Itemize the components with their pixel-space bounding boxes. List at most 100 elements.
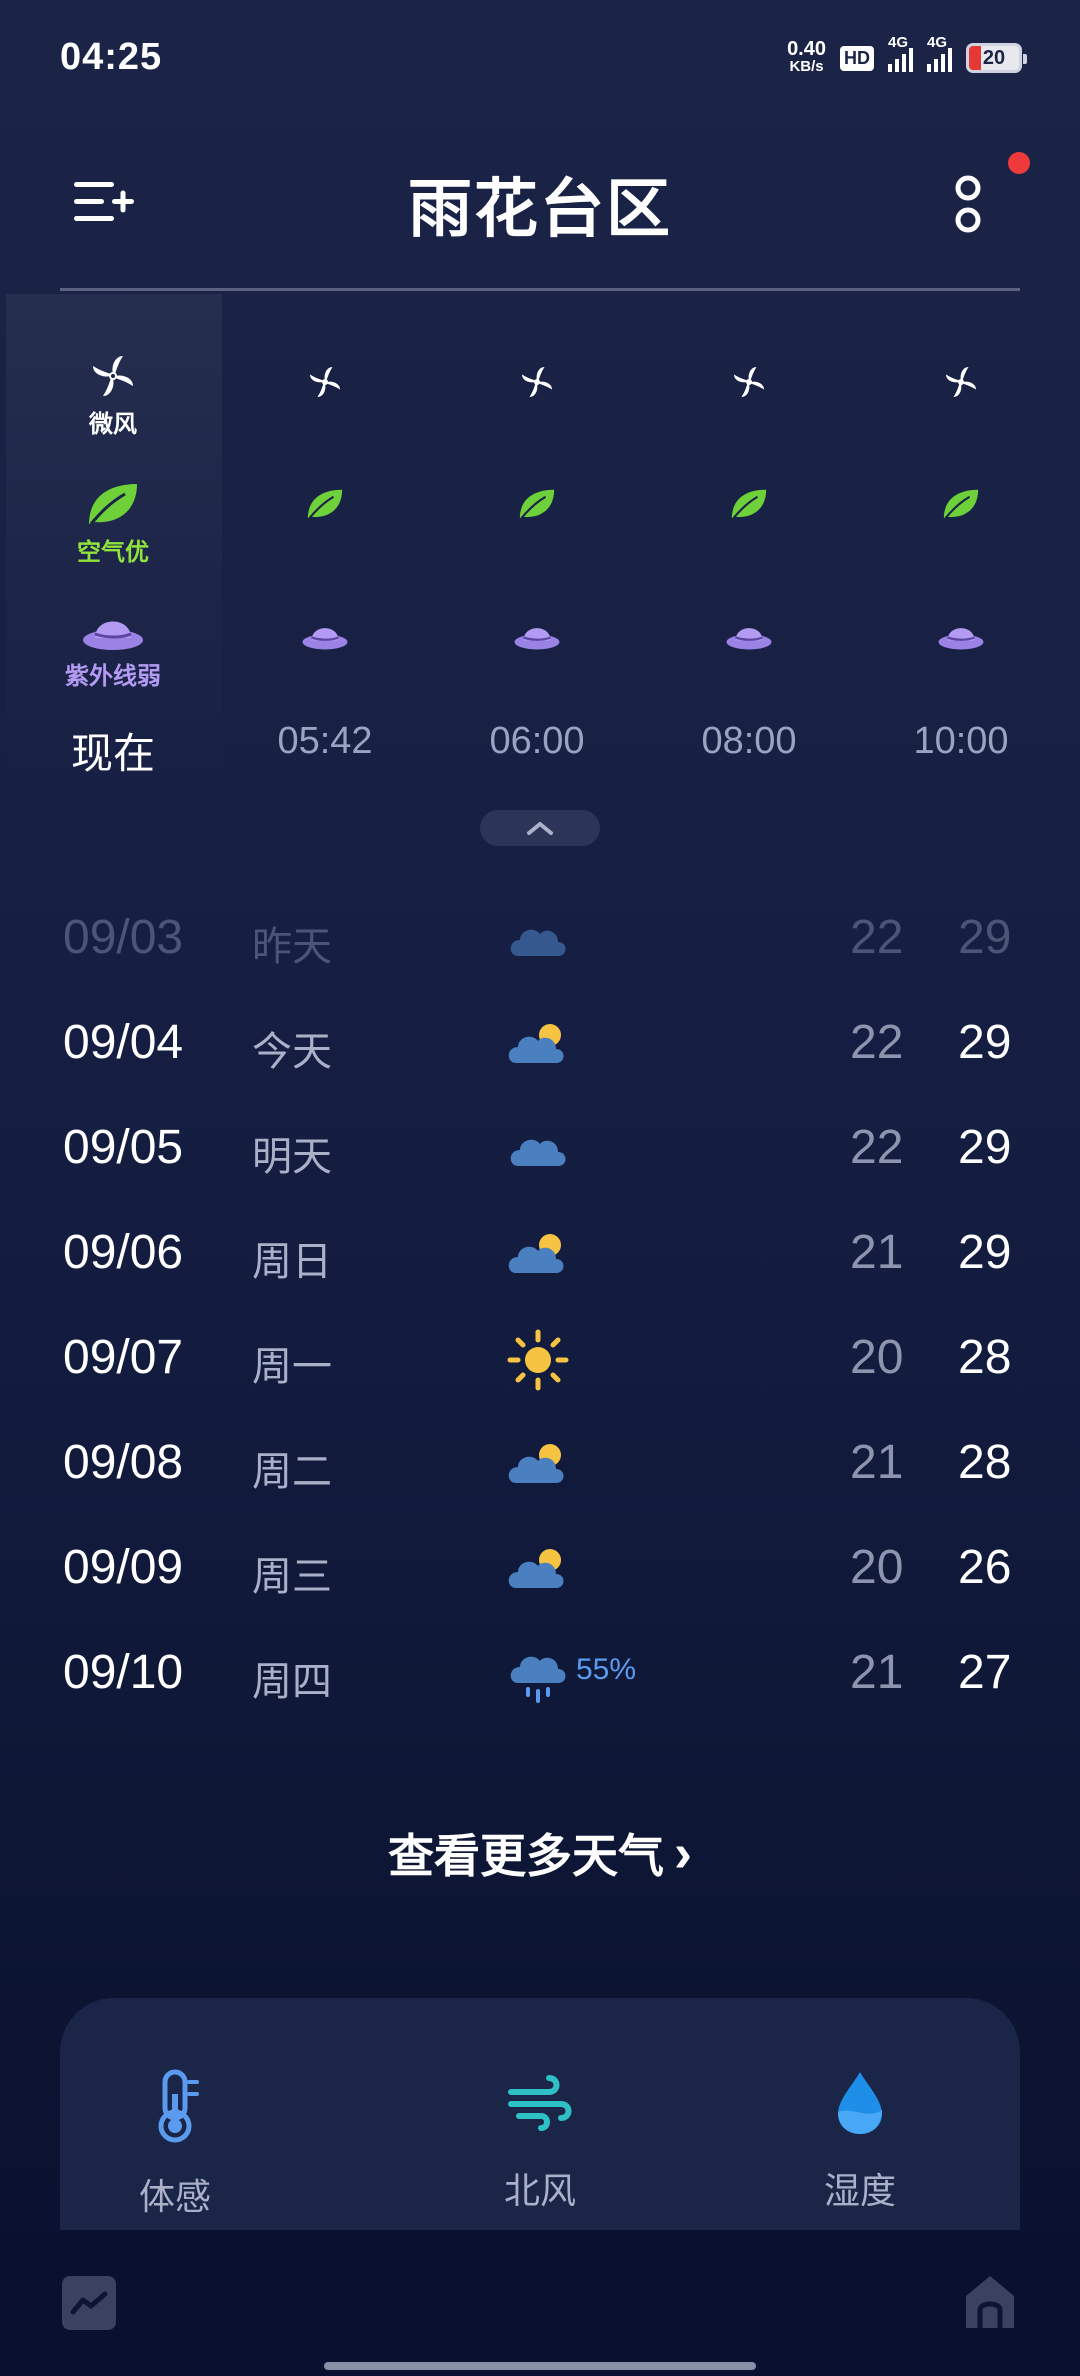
more-dots-icon: [955, 175, 981, 233]
low-temp: 21: [850, 1436, 904, 1489]
leaf-icon: [307, 489, 343, 519]
hourly-time: 10:00: [913, 720, 1009, 762]
uv-label: 紫外线弱: [65, 663, 161, 690]
high-temp: 29: [958, 1226, 1012, 1279]
sunny-icon: [507, 1329, 569, 1391]
wind-fan-icon: [93, 356, 133, 396]
day-name: 昨天: [252, 925, 332, 969]
day-name: 周三: [252, 1555, 332, 1599]
high-temp: 28: [958, 1436, 1012, 1489]
cloudy-icon: [510, 929, 566, 956]
status-bar: 04:25 0.40 KB/s HD 4G 4G 20: [0, 0, 1080, 110]
home-button[interactable]: [962, 2272, 1018, 2332]
status-time: 04:25: [60, 36, 163, 78]
wind-icon: [508, 2075, 572, 2131]
signal-icon-1: 4G: [888, 34, 913, 72]
thermometer-icon: [158, 2069, 199, 2143]
hat-icon: [302, 628, 348, 650]
day-date: 09/09: [63, 1541, 184, 1594]
feels-like-label: 体感: [138, 2176, 211, 2217]
rain-icon: [510, 1656, 566, 1703]
hourly-column: 10:00: [855, 300, 1067, 780]
daily-row[interactable]: 09/04 今天 22 29: [0, 995, 1080, 1095]
network-speed: 0.40 KB/s: [787, 38, 826, 75]
wind-fan-icon: [734, 367, 764, 397]
trend-button[interactable]: [62, 2276, 116, 2330]
home-icon: [966, 2276, 1014, 2328]
precip-probability: 55%: [576, 1653, 637, 1686]
daily-row[interactable]: 09/05 明天 22 29: [0, 1100, 1080, 1200]
day-name: 今天: [252, 1030, 332, 1074]
header: 雨花台区: [0, 130, 1080, 270]
wind-item[interactable]: 北风: [430, 2068, 650, 2214]
chevron-up-icon: [527, 822, 553, 835]
high-temp: 29: [958, 1016, 1012, 1069]
leaf-icon: [519, 489, 555, 519]
header-divider: [60, 288, 1020, 291]
uv-cell: 紫外线弱: [7, 608, 219, 691]
hourly-time: 05:42: [277, 720, 373, 762]
hat-icon: [726, 628, 772, 650]
day-name: 明天: [252, 1135, 332, 1179]
status-icons: 0.40 KB/s HD 4G 4G 20: [787, 34, 1027, 80]
cloudy-icon: [510, 1139, 566, 1166]
low-temp: 22: [850, 1016, 904, 1069]
partly-cloudy-icon: [508, 1444, 564, 1483]
hourly-time: 现在: [70, 730, 155, 777]
hourly-column: 05:42: [219, 300, 431, 780]
high-temp: 28: [958, 1331, 1012, 1384]
day-date: 09/06: [63, 1226, 184, 1279]
feels-like-item[interactable]: 体感: [65, 2068, 285, 2220]
wind-cell: 微风: [7, 352, 219, 439]
wind-label: 微风: [89, 411, 137, 438]
day-name: 周一: [252, 1345, 332, 1389]
high-temp: 26: [958, 1541, 1012, 1594]
humidity-label: 湿度: [823, 2170, 896, 2211]
bottom-bar-background: [0, 2230, 1080, 2376]
more-weather-label: 查看更多天气: [388, 1830, 664, 1882]
low-temp: 22: [850, 911, 904, 964]
day-name: 周四: [252, 1660, 332, 1704]
low-temp: 22: [850, 1121, 904, 1174]
daily-row[interactable]: 09/06 周日 21 29: [0, 1205, 1080, 1305]
wind-direction-label: 北风: [503, 2170, 576, 2211]
hat-icon: [83, 621, 143, 650]
low-temp: 21: [850, 1646, 904, 1699]
leaf-icon: [89, 484, 137, 525]
low-temp: 21: [850, 1226, 904, 1279]
hourly-forecast[interactable]: 微风 空气优 紫外线弱 现在 05:42 06:00 08:00 10:00: [0, 300, 1080, 800]
humidity-item[interactable]: 湿度: [750, 2068, 970, 2214]
wind-fan-icon: [522, 367, 552, 397]
hourly-time: 06:00: [489, 720, 585, 762]
high-temp: 29: [958, 1121, 1012, 1174]
gesture-home-indicator[interactable]: [324, 2362, 756, 2370]
daily-row[interactable]: 09/03 昨天 22 29: [0, 890, 1080, 990]
partly-cloudy-icon: [508, 1234, 564, 1273]
wind-fan-icon: [310, 367, 340, 397]
hourly-column-now: 微风 空气优 紫外线弱 现在: [7, 300, 219, 780]
day-name: 周日: [252, 1240, 332, 1284]
wind-fan-icon: [946, 367, 976, 397]
daily-row[interactable]: 09/10 周四 55% 21 27: [0, 1625, 1080, 1725]
hat-icon: [514, 628, 560, 650]
day-name: 周二: [252, 1450, 332, 1494]
daily-row[interactable]: 09/07 周一 20 28: [0, 1310, 1080, 1410]
day-date: 09/03: [63, 911, 184, 964]
more-weather-link[interactable]: 查看更多天气 ›: [0, 1820, 1080, 1886]
air-quality-label: 空气优: [77, 539, 149, 566]
daily-row[interactable]: 09/09 周三 20 26: [0, 1520, 1080, 1620]
collapse-hourly-button[interactable]: [480, 810, 600, 846]
more-options-button[interactable]: [948, 170, 988, 240]
high-temp: 27: [958, 1646, 1012, 1699]
page-title: 雨花台区: [408, 173, 672, 245]
hat-icon: [938, 628, 984, 650]
battery-icon: 20: [966, 43, 1027, 73]
leaf-icon: [943, 489, 979, 519]
low-temp: 20: [850, 1331, 904, 1384]
signal-icon-2: 4G: [927, 34, 952, 72]
daily-row[interactable]: 09/08 周二 21 28: [0, 1415, 1080, 1515]
partly-cloudy-icon: [508, 1549, 564, 1588]
partly-cloudy-icon: [508, 1024, 564, 1063]
day-date: 09/08: [63, 1436, 184, 1489]
day-date: 09/10: [63, 1646, 184, 1699]
